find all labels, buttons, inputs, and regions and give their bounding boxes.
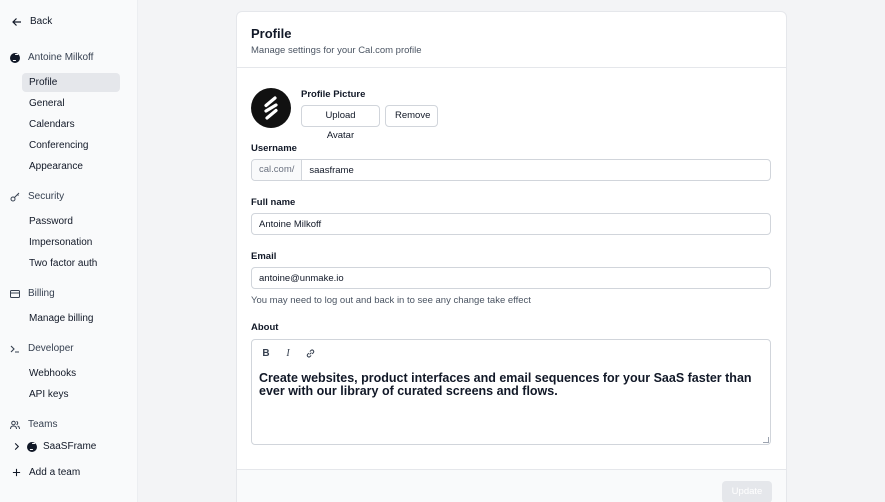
fullname-input[interactable] [252,214,770,234]
link-icon[interactable] [304,347,316,359]
bold-icon[interactable]: B [260,347,272,359]
saasframe-logo-icon [264,96,278,120]
upload-avatar-button[interactable]: Upload Avatar [301,105,380,141]
sidebar-item-general[interactable]: General [22,94,120,113]
sidebar-item-two-factor-auth[interactable]: Two factor auth [22,254,120,273]
email-input[interactable] [252,268,770,288]
about-text[interactable]: Create websites, product interfaces and … [259,372,764,397]
account-logo-icon [10,52,20,63]
billing-label: Billing [28,288,55,299]
account-group-header: Antoine Milkoff [10,52,93,63]
team-item-saasframe[interactable]: SaaSFrame [12,441,96,452]
fullname-field [251,213,771,235]
profile-picture-label: Profile Picture [301,89,366,100]
sidebar-item-conferencing[interactable]: Conferencing [22,136,120,155]
about-label: About [251,322,279,333]
page-subtitle: Manage settings for your Cal.com profile [251,45,422,56]
sidebar-item-impersonation[interactable]: Impersonation [22,233,120,252]
sidebar-item-api-keys[interactable]: API keys [22,385,120,404]
add-team-label: Add a team [29,467,81,478]
terminal-icon [10,345,19,353]
security-group-header: Security [10,191,64,202]
editor-toolbar: B I [260,347,316,359]
username-field: cal.com/ [251,159,771,181]
sidebar-item-appearance[interactable]: Appearance [22,157,120,176]
email-label: Email [251,251,277,262]
back-link[interactable]: Back [12,16,52,27]
developer-group-header: Developer [10,343,74,354]
chevron-right-icon [14,442,20,451]
username-input[interactable] [302,160,770,180]
card-footer: Update [237,469,786,502]
username-prefix: cal.com/ [252,160,303,180]
back-label: Back [30,16,53,27]
team-name: SaaSFrame [43,441,97,452]
credit-card-icon [10,289,20,298]
sidebar-item-calendars[interactable]: Calendars [22,115,120,134]
update-button[interactable]: Update [722,481,772,502]
sidebar-item-profile[interactable]: Profile [22,73,120,92]
account-name: Antoine Milkoff [28,52,94,63]
page-title: Profile [251,26,292,41]
arrow-left-icon [12,17,21,26]
avatar [251,88,291,128]
team-logo-icon [27,441,37,452]
italic-icon[interactable]: I [282,347,294,359]
key-icon [10,192,20,201]
plus-icon [12,468,21,477]
sidebar-item-password[interactable]: Password [22,212,120,231]
resize-handle[interactable] [763,437,769,443]
email-field [251,267,771,289]
developer-label: Developer [28,343,74,354]
sidebar-item-manage-billing[interactable]: Manage billing [22,309,120,328]
teams-group-header: Teams [10,419,57,430]
teams-label: Teams [28,419,58,430]
main-content: Profile Manage settings for your Cal.com… [138,0,885,502]
users-icon [10,420,20,429]
profile-header: Profile Manage settings for your Cal.com… [237,12,786,68]
security-label: Security [28,191,65,202]
email-hint: You may need to log out and back in to s… [251,295,531,306]
sidebar-item-webhooks[interactable]: Webhooks [22,364,120,383]
username-label: Username [251,143,297,154]
settings-sidebar: Back Antoine Milkoff Profile General Cal… [0,0,138,502]
about-editor[interactable]: B I Create websites, product interfaces … [251,339,771,445]
profile-card: Profile Manage settings for your Cal.com… [236,11,787,502]
billing-group-header: Billing [10,288,55,299]
remove-avatar-button[interactable]: Remove [385,105,438,127]
add-team-button[interactable]: Add a team [12,467,80,478]
fullname-label: Full name [251,197,296,208]
